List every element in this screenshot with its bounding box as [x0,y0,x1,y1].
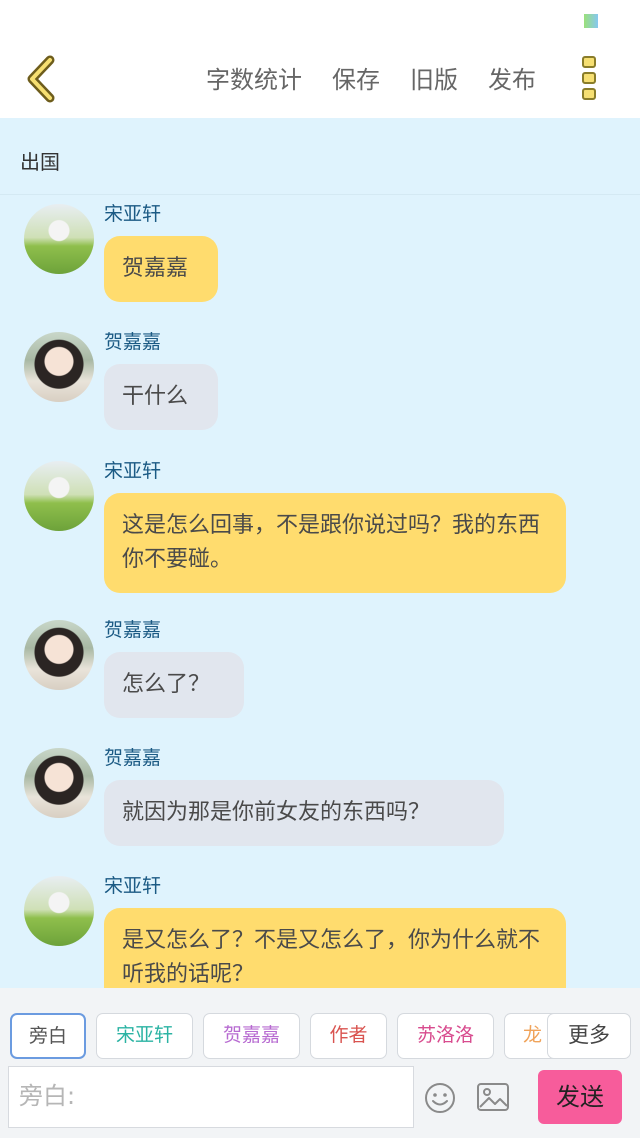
speaker-name: 贺嘉嘉 [104,619,162,641]
avatar [24,876,94,946]
menu-dot-icon [582,88,596,100]
speaker-name: 宋亚轩 [104,875,162,897]
avatar [24,748,94,818]
chat-area[interactable]: 出国 宋亚轩 贺嘉嘉 贺嘉嘉 干什么 宋亚轩 这是怎么回事，不是跟你说过吗？我的… [0,118,640,988]
menu-dot-icon [582,72,596,84]
role-chip-narrator[interactable]: 旁白 [10,1013,86,1059]
role-chip-su-luoluo[interactable]: 苏洛洛 [397,1013,494,1059]
top-toolbar: 字数统计 保存 旧版 发布 [0,40,640,118]
avatar [24,461,94,531]
role-chip-he-jiajia[interactable]: 贺嘉嘉 [203,1013,300,1059]
chevron-left-icon [27,55,55,103]
toolbar-actions: 字数统计 保存 旧版 发布 [206,62,536,98]
avatar [24,332,94,402]
send-button[interactable]: 发送 [538,1070,622,1124]
message-bubble[interactable]: 贺嘉嘉 [104,236,218,302]
more-roles-button[interactable]: 更多 [547,1013,631,1059]
chapter-title[interactable]: 出国 [20,146,60,175]
image-icon [477,1083,509,1111]
smiley-icon [425,1083,455,1113]
old-version-button[interactable]: 旧版 [410,62,458,98]
publish-button[interactable]: 发布 [488,62,536,98]
status-bar [0,0,640,40]
message-bubble[interactable]: 这是怎么回事，不是跟你说过吗？我的东西你不要碰。 [104,493,566,593]
role-chip-song-yaxuan[interactable]: 宋亚轩 [96,1013,193,1059]
speaker-name: 贺嘉嘉 [104,747,162,769]
save-button[interactable]: 保存 [332,62,380,98]
more-menu-button[interactable] [578,56,600,106]
message-bubble[interactable]: 干什么 [104,364,218,430]
speaker-name: 贺嘉嘉 [104,331,162,353]
speaker-name: 宋亚轩 [104,203,162,225]
title-divider [0,194,640,195]
emoji-button[interactable] [424,1082,456,1114]
message-bubble[interactable]: 怎么了？ [104,652,244,718]
message-bubble[interactable]: 是又怎么了？不是又怎么了，你为什么就不听我的话呢？ [104,908,566,988]
word-count-button[interactable]: 字数统计 [206,62,302,98]
message-bubble[interactable]: 就因为那是你前女友的东西吗？ [104,780,504,846]
speaker-name: 宋亚轩 [104,460,162,482]
battery-icon [584,14,598,28]
role-chip-author[interactable]: 作者 [310,1013,387,1059]
image-button[interactable] [476,1082,510,1112]
avatar [24,620,94,690]
message-input[interactable]: 旁白: [8,1066,414,1128]
avatar [24,204,94,274]
composer-panel: 旁白 宋亚轩 贺嘉嘉 作者 苏洛洛 龙哥 更多 旁白: 发送 [0,988,640,1138]
back-button[interactable] [22,54,62,104]
menu-dot-icon [582,56,596,68]
